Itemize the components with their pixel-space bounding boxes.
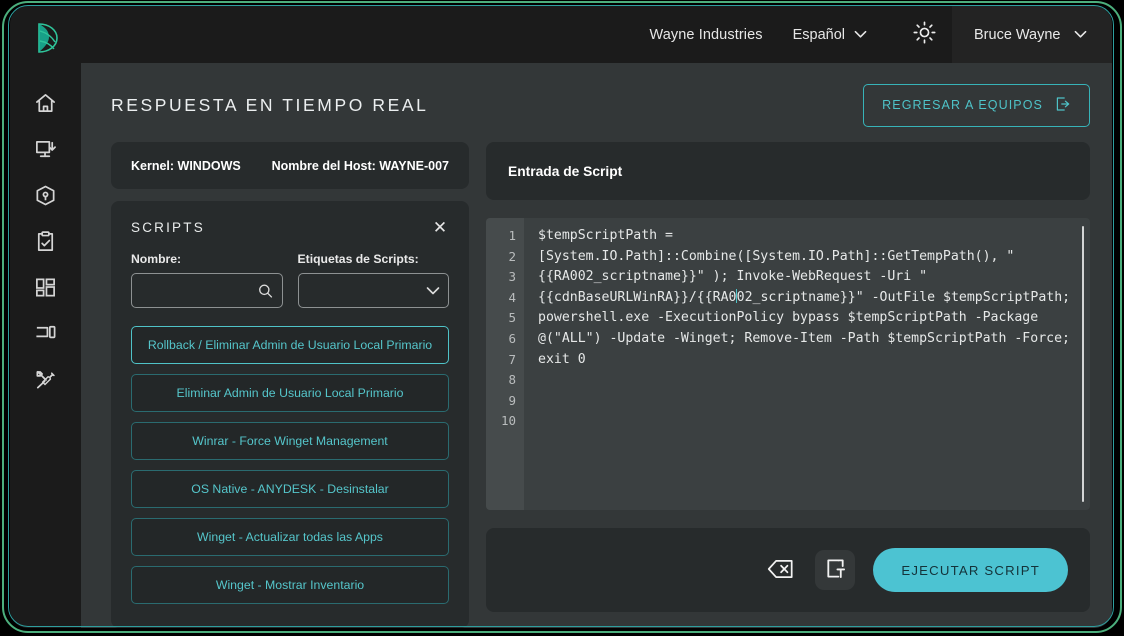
script-input-header: Entrada de Script bbox=[486, 142, 1090, 200]
logout-arrow-icon bbox=[1055, 96, 1071, 115]
editor-action-bar: EJECUTAR SCRIPT bbox=[486, 528, 1090, 612]
page-header: RESPUESTA EN TIEMPO REAL REGRESAR A EQUI… bbox=[111, 83, 1090, 127]
search-input[interactable] bbox=[132, 274, 282, 307]
dashboard-grid-icon bbox=[34, 276, 57, 299]
code-text-area[interactable]: $tempScriptPath = [System.IO.Path]::Comb… bbox=[524, 218, 1090, 510]
clipboard-check-icon bbox=[34, 230, 57, 253]
tags-select-wrap[interactable] bbox=[297, 273, 449, 308]
page-title: RESPUESTA EN TIEMPO REAL bbox=[111, 94, 429, 115]
sidebar-item-deploy[interactable] bbox=[24, 126, 68, 172]
tenant-name: Wayne Industries bbox=[649, 26, 763, 43]
line-number-gutter: 1 2 3 4 5 6 7 8 9 10 bbox=[486, 218, 524, 510]
code-editor[interactable]: 1 2 3 4 5 6 7 8 9 10 $tempScriptPath = [… bbox=[486, 218, 1090, 510]
list-item[interactable]: Winget - Mostrar Inventario bbox=[131, 566, 449, 604]
list-item[interactable]: Winrar - Force Winget Management bbox=[131, 422, 449, 460]
sidebar bbox=[10, 6, 81, 628]
user-menu[interactable]: Bruce Wayne bbox=[952, 6, 1112, 63]
home-icon bbox=[34, 92, 57, 115]
left-column: Kernel: WINDOWS Nombre del Host: WAYNE-0… bbox=[111, 142, 469, 628]
line-number: 3 bbox=[508, 269, 516, 285]
tools-icon bbox=[34, 368, 57, 391]
line-number: 6 bbox=[508, 330, 516, 346]
list-item[interactable]: Winget - Actualizar todas las Apps bbox=[131, 518, 449, 556]
line-number: 5 bbox=[508, 310, 516, 326]
name-filter-field: Nombre: bbox=[131, 252, 283, 308]
language-selector[interactable]: Español bbox=[793, 27, 867, 43]
sidebar-item-dashboard[interactable] bbox=[24, 264, 68, 310]
language-label: Español bbox=[792, 26, 845, 43]
clipboard-paste-icon bbox=[824, 557, 847, 583]
run-script-button[interactable]: EJECUTAR SCRIPT bbox=[873, 548, 1068, 592]
line-number: 9 bbox=[508, 392, 516, 408]
list-item[interactable]: Eliminar Admin de Usuario Local Primario bbox=[131, 374, 449, 412]
line-number: 10 bbox=[500, 413, 516, 429]
sidebar-item-devices[interactable] bbox=[24, 310, 68, 356]
chevron-down-icon bbox=[854, 27, 867, 43]
kernel-label: Kernel: WINDOWS bbox=[131, 158, 241, 173]
editor-scrollbar[interactable] bbox=[1082, 226, 1084, 502]
host-info-bar: Kernel: WINDOWS Nombre del Host: WAYNE-0… bbox=[111, 142, 469, 189]
tags-filter-field: Etiquetas de Scripts: bbox=[297, 252, 449, 308]
monitor-download-icon bbox=[34, 138, 57, 161]
sidebar-item-home[interactable] bbox=[24, 80, 68, 126]
search-input-wrap[interactable] bbox=[131, 273, 283, 308]
name-filter-label: Nombre: bbox=[131, 252, 182, 266]
right-column: Entrada de Script 1 2 3 4 5 6 7 8 9 10 $… bbox=[486, 142, 1090, 628]
back-to-devices-button[interactable]: REGRESAR A EQUIPOS bbox=[863, 83, 1090, 127]
hostname-label: Nombre del Host: WAYNE-007 bbox=[271, 158, 449, 173]
app-window: Wayne Industries Español Bruce Wayne RES… bbox=[10, 6, 1112, 628]
scripts-panel-header: SCRIPTS ✕ bbox=[131, 219, 449, 236]
content-area: RESPUESTA EN TIEMPO REAL REGRESAR A EQUI… bbox=[81, 63, 1112, 628]
scripts-panel: SCRIPTS ✕ Nombre: Etiquetas de Scripts: … bbox=[111, 201, 469, 628]
line-number: 8 bbox=[508, 372, 516, 388]
sidebar-item-packages[interactable] bbox=[24, 172, 68, 218]
back-button-label: REGRESAR A EQUIPOS bbox=[882, 98, 1043, 112]
scripts-filters: Nombre: Etiquetas de Scripts: bbox=[131, 252, 449, 308]
leaf-logo-icon[interactable] bbox=[24, 16, 68, 60]
line-number: 7 bbox=[508, 351, 516, 367]
package-box-icon bbox=[34, 184, 57, 207]
close-icon[interactable]: ✕ bbox=[431, 219, 449, 236]
list-item[interactable]: Rollback / Eliminar Admin de Usuario Loc… bbox=[131, 326, 449, 364]
devices-icon bbox=[34, 322, 57, 345]
line-number: 2 bbox=[508, 248, 516, 264]
line-number: 4 bbox=[508, 289, 516, 305]
user-name: Bruce Wayne bbox=[974, 26, 1061, 43]
main-region: Wayne Industries Español Bruce Wayne RES… bbox=[81, 6, 1112, 628]
line-number: 1 bbox=[508, 228, 516, 243]
panels-row: Kernel: WINDOWS Nombre del Host: WAYNE-0… bbox=[111, 127, 1090, 628]
theme-toggle-button[interactable] bbox=[897, 6, 952, 63]
list-item[interactable]: OS Native - ANYDESK - Desinstalar bbox=[131, 470, 449, 508]
tags-filter-label: Etiquetas de Scripts: bbox=[297, 252, 419, 266]
backspace-delete-icon bbox=[767, 558, 794, 583]
chevron-down-icon bbox=[1074, 27, 1087, 43]
scripts-list: Rollback / Eliminar Admin de Usuario Loc… bbox=[131, 326, 449, 604]
topbar: Wayne Industries Español Bruce Wayne bbox=[81, 6, 1112, 63]
tags-select-value bbox=[299, 274, 449, 307]
paste-script-button[interactable] bbox=[815, 550, 856, 590]
clear-script-button[interactable] bbox=[763, 553, 797, 587]
sidebar-item-tasks[interactable] bbox=[24, 218, 68, 264]
app-root: Wayne Industries Español Bruce Wayne RES… bbox=[0, 0, 1124, 636]
sidebar-item-tools[interactable] bbox=[24, 356, 68, 402]
sun-icon bbox=[912, 20, 937, 50]
scripts-panel-title: SCRIPTS bbox=[131, 220, 205, 235]
